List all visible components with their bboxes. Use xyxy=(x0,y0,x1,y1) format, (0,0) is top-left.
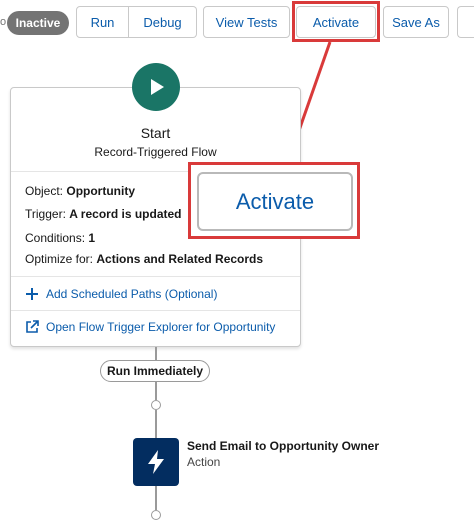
connector-line xyxy=(155,347,157,360)
optimize-value: Actions and Related Records xyxy=(96,252,264,266)
action-title: Send Email to Opportunity Owner xyxy=(187,439,380,453)
open-trigger-explorer-link[interactable]: Open Flow Trigger Explorer for Opportuni… xyxy=(25,320,275,334)
optimize-row: Optimize for: Actions and Related Record… xyxy=(25,252,263,266)
trigger-value: A record is updated xyxy=(69,207,182,221)
connector-line xyxy=(155,410,157,438)
start-icon-circle xyxy=(132,63,180,111)
add-element-node[interactable] xyxy=(151,510,161,520)
object-label: Object: xyxy=(25,184,64,198)
start-subtitle: Record-Triggered Flow xyxy=(94,145,217,159)
connector-line xyxy=(155,382,157,400)
activate-callout-button: Activate xyxy=(197,172,353,231)
plus-icon xyxy=(25,287,39,301)
add-scheduled-paths-link[interactable]: Add Scheduled Paths (Optional) xyxy=(25,287,217,301)
external-link-icon xyxy=(25,320,39,334)
start-title: Start xyxy=(140,125,171,141)
connector-line xyxy=(155,486,157,510)
lightning-bolt-icon xyxy=(148,450,164,474)
conditions-row: Conditions: 1 xyxy=(25,231,95,245)
object-row: Object: Opportunity xyxy=(25,184,135,198)
conditions-label: Conditions: xyxy=(25,231,86,245)
divider xyxy=(11,310,300,311)
run-immediately-label[interactable]: Run Immediately xyxy=(100,360,210,382)
optimize-label: Optimize for: xyxy=(25,252,94,266)
add-element-node[interactable] xyxy=(151,400,161,410)
action-element[interactable] xyxy=(133,438,179,486)
trigger-row: Trigger: A record is updated xyxy=(25,207,182,221)
trigger-label: Trigger: xyxy=(25,207,66,221)
conditions-value: 1 xyxy=(88,231,96,245)
object-value: Opportunity xyxy=(66,184,136,198)
action-subtitle: Action xyxy=(187,455,221,469)
divider xyxy=(11,276,300,277)
add-scheduled-paths-label: Add Scheduled Paths (Optional) xyxy=(46,287,218,301)
play-icon xyxy=(151,79,164,95)
open-trigger-explorer-label: Open Flow Trigger Explorer for Opportuni… xyxy=(46,320,276,334)
